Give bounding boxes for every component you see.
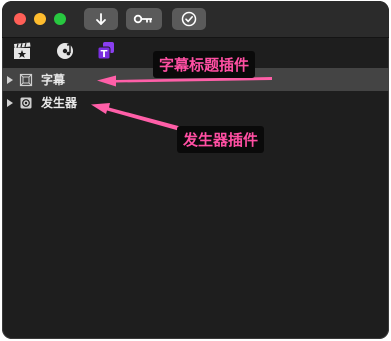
keywords-button[interactable]	[126, 8, 162, 30]
disclosure-triangle-icon[interactable]	[7, 75, 13, 84]
sidebar-item-label: 发生器	[41, 96, 78, 110]
disclosure-triangle-icon[interactable]	[7, 98, 13, 107]
sidebar-item-label: 字幕	[41, 73, 66, 87]
tab-sound[interactable]	[55, 43, 75, 63]
browser-tab-bar: T	[2, 38, 389, 68]
download-arrow-icon	[94, 12, 108, 26]
sidebar-list: 字幕 发生器	[2, 68, 389, 114]
close-window-button[interactable]	[14, 13, 26, 25]
checkmark-circle-icon	[181, 11, 197, 27]
titles-t-icon: T	[96, 41, 116, 65]
svg-text:T: T	[101, 49, 108, 60]
clapperboard-star-icon	[12, 42, 32, 64]
tab-titles-generators[interactable]: T	[96, 41, 116, 65]
minimize-window-button[interactable]	[34, 13, 46, 25]
tab-photos-videos[interactable]	[12, 42, 32, 64]
music-note-icon	[55, 41, 75, 65]
app-window: T 字幕 发生器	[2, 1, 389, 339]
zoom-window-button[interactable]	[54, 13, 66, 25]
key-icon	[133, 13, 155, 25]
titles-frame-icon	[19, 73, 33, 87]
generator-icon	[19, 96, 33, 110]
title-bar	[2, 1, 389, 38]
import-button[interactable]	[84, 8, 118, 30]
background-tasks-button[interactable]	[172, 8, 206, 30]
sidebar-item-titles[interactable]: 字幕	[2, 68, 389, 91]
sidebar-item-generators[interactable]: 发生器	[2, 91, 389, 114]
